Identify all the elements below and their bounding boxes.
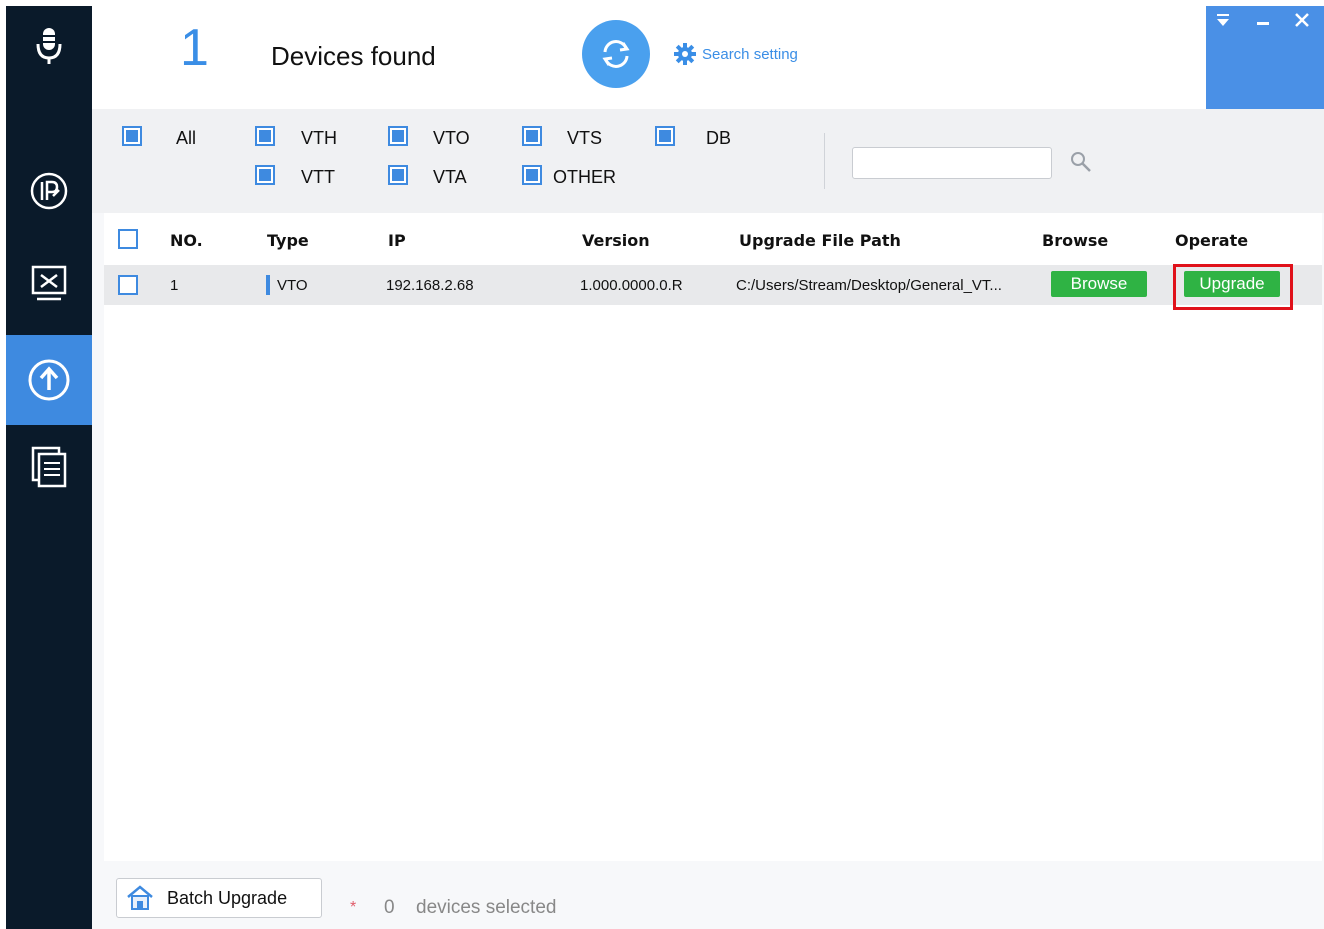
table-header: NO. Type IP Version Upgrade File Path Br… [104,213,1322,265]
footer: Batch Upgrade * 0 devices selected [92,863,1324,929]
row-no: 1 [170,277,179,294]
header-ip: IP [388,231,406,250]
page-title: Devices found [271,41,436,71]
table-row[interactable]: 1 VTO 192.168.2.68 1.000.0000.0.R C:/Use… [104,265,1322,305]
select-all-checkbox[interactable] [118,229,138,249]
microphone-icon[interactable] [6,6,92,86]
window-controls [1206,6,1324,109]
refresh-icon [602,40,630,68]
device-count: 1 [180,19,209,77]
required-star: * [350,899,357,916]
device-table: NO. Type IP Version Upgrade File Path Br… [104,213,1322,861]
filter-vto-checkbox[interactable] [388,126,408,146]
row-type: VTO [277,277,308,294]
filter-vth-label: VTH [301,128,337,148]
filter-db-checkbox[interactable] [655,126,675,146]
search-setting-link[interactable]: Search setting [674,43,798,65]
gear-icon [674,43,696,65]
search-setting-label: Search setting [702,45,798,63]
selected-count: 0 [384,897,395,918]
filter-other-label: OTHER [553,167,616,187]
filter-vtt-label: VTT [301,167,335,187]
filter-vtt-checkbox[interactable] [255,165,275,185]
browse-button[interactable]: Browse [1051,271,1147,297]
header-type: Type [267,231,309,250]
filter-vta-label: VTA [433,167,467,187]
filter-db-label: DB [706,128,732,148]
filter-other-checkbox[interactable] [522,165,542,185]
search-input[interactable] [852,147,1052,179]
document-icon[interactable] [6,422,92,512]
sidebar [6,6,92,929]
ip-icon[interactable] [6,146,92,236]
filter-vts-checkbox[interactable] [522,126,542,146]
tools-icon[interactable] [6,238,92,328]
header-no: NO. [170,231,203,250]
row-ip: 192.168.2.68 [386,277,474,294]
type-indicator [266,275,270,295]
app-window: 1 Devices found Search setting All VTH V… [6,6,1324,929]
upgrade-icon[interactable] [6,335,92,425]
filter-vto-label: VTO [433,128,470,148]
header-operate: Operate [1175,231,1249,250]
row-path: C:/Users/Stream/Desktop/General_VT... [736,277,1002,294]
header-browse: Browse [1042,231,1109,250]
row-checkbox[interactable] [118,275,138,295]
minimize-icon[interactable] [1256,12,1270,33]
header-version: Version [582,231,650,250]
batch-upgrade-label: Batch Upgrade [167,887,288,908]
header-path: Upgrade File Path [739,231,901,250]
menu-down-icon[interactable] [1216,12,1230,33]
filter-vta-checkbox[interactable] [388,165,408,185]
divider [824,133,825,189]
row-version: 1.000.0000.0.R [580,277,683,294]
house-icon [127,885,153,910]
filter-bar: All VTH VTO VTS DB VTT VTA OTHER [92,109,1324,213]
header: 1 Devices found Search setting [92,6,1324,109]
filter-all-label: All [176,128,197,148]
selected-text: devices selected [416,897,557,918]
filter-vth-checkbox[interactable] [255,126,275,146]
filter-vts-label: VTS [567,128,603,148]
refresh-button[interactable] [582,20,650,88]
close-icon[interactable] [1294,12,1310,33]
highlight-box [1173,264,1293,310]
search-icon[interactable] [1069,150,1093,179]
filter-all-checkbox[interactable] [122,126,142,146]
batch-upgrade-button[interactable]: Batch Upgrade [116,878,322,918]
